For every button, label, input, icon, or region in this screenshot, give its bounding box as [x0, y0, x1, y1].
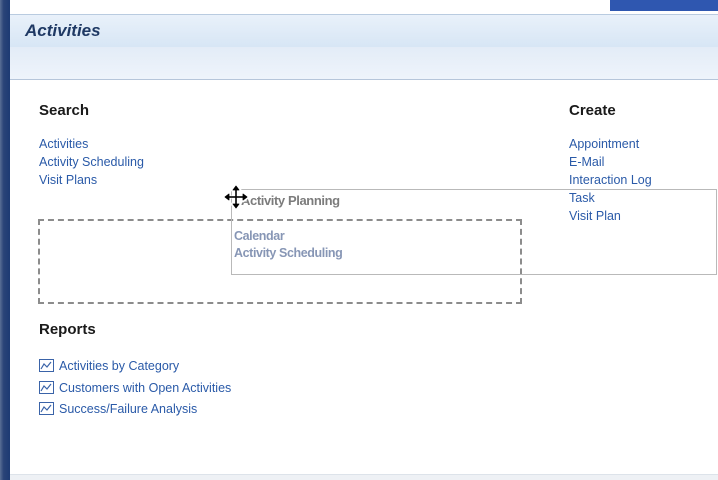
toolbar-strip: [10, 47, 718, 80]
search-link-activities[interactable]: Activities: [39, 135, 144, 153]
create-link-appointment[interactable]: Appointment: [569, 135, 652, 153]
search-link-visit-plans[interactable]: Visit Plans: [39, 171, 144, 189]
search-links: Activities Activity Scheduling Visit Pla…: [39, 135, 144, 189]
report-chart-icon: [39, 359, 54, 372]
dragged-link-activity-scheduling: Activity Scheduling: [234, 246, 343, 260]
report-link-activities-by-category[interactable]: Activities by Category: [39, 357, 231, 379]
dragged-group-title: Activity Planning: [241, 193, 340, 208]
dragged-link-calendar: Calendar: [234, 229, 285, 243]
reports-links: Activities by Category Customers with Op…: [39, 357, 231, 422]
footer-divider: [10, 474, 718, 480]
search-heading: Search: [39, 102, 90, 119]
create-heading: Create: [569, 102, 616, 119]
reports-heading: Reports: [39, 321, 96, 338]
report-link-label: Success/Failure Analysis: [59, 402, 198, 416]
report-link-success-failure-analysis[interactable]: Success/Failure Analysis: [39, 400, 231, 422]
left-navigation-rail: [0, 0, 10, 480]
top-accent-tab: [610, 0, 718, 11]
report-link-customers-open-activities[interactable]: Customers with Open Activities: [39, 379, 231, 401]
create-link-interaction-log[interactable]: Interaction Log: [569, 171, 652, 189]
create-link-email[interactable]: E-Mail: [569, 153, 652, 171]
page-header: Activities: [10, 14, 718, 47]
report-chart-icon: [39, 402, 54, 415]
dragged-group-links: Calendar Activity Scheduling: [234, 228, 343, 262]
move-cursor-icon: [223, 184, 249, 210]
search-link-activity-scheduling[interactable]: Activity Scheduling: [39, 153, 144, 171]
page-title: Activities: [25, 21, 101, 40]
report-chart-icon: [39, 380, 54, 394]
report-link-label: Activities by Category: [59, 359, 180, 373]
report-link-label: Customers with Open Activities: [59, 380, 232, 395]
